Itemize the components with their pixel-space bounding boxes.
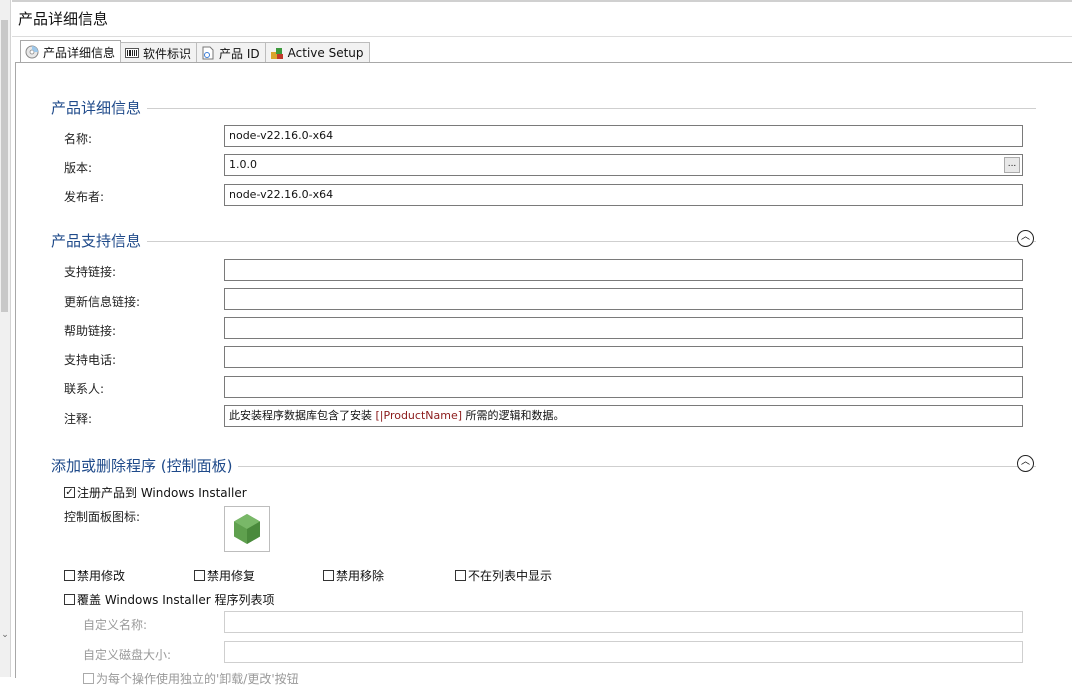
override-entry-checkbox[interactable]: 覆盖 Windows Installer 程序列表项 <box>64 591 274 608</box>
checkbox-box[interactable] <box>83 673 94 684</box>
section-header-product-details: 产品详细信息 <box>51 97 1036 118</box>
name-value: node-v22.16.0-x64 <box>229 129 334 142</box>
scroll-down-arrow-icon[interactable]: ⌄ <box>0 630 10 640</box>
help-link-label: 帮助链接: <box>64 324 117 338</box>
control-panel-icon-label: 控制面板图标: <box>64 510 141 524</box>
barcode-icon <box>125 48 140 58</box>
support-phone-label: 支持电话: <box>64 353 117 367</box>
section-title: 产品详细信息 <box>51 99 142 117</box>
tab-product-details[interactable]: 产品详细信息 <box>20 40 122 63</box>
section-header-support-info: 产品支持信息 <box>51 230 1036 251</box>
checkbox-label: 覆盖 Windows Installer 程序列表项 <box>77 593 275 607</box>
name-label: 名称: <box>64 132 93 146</box>
publisher-label: 发布者: <box>64 190 105 204</box>
tab-label: Active Setup <box>287 46 364 60</box>
disable-remove-checkbox[interactable]: 禁用移除 <box>323 567 384 584</box>
comments-prefix: 此安装程序数据库包含了安装 <box>229 409 376 422</box>
comments-suffix: 所需的逻辑和数据。 <box>462 409 565 422</box>
collapse-support-info-button[interactable]: ︿ <box>1017 230 1034 247</box>
checkbox-box[interactable] <box>64 594 75 605</box>
section-divider <box>147 241 1036 242</box>
name-field[interactable]: node-v22.16.0-x64 <box>224 125 1023 147</box>
update-link-label: 更新信息链接: <box>64 295 141 309</box>
custom-size-field[interactable] <box>224 641 1023 663</box>
chevron-up-icon: ︿ <box>1020 457 1030 467</box>
comments-label: 注释: <box>64 412 93 426</box>
comments-field[interactable]: 此安装程序数据库包含了安装 [|ProductName] 所需的逻辑和数据。 <box>224 405 1023 427</box>
tab-software-id[interactable]: 软件标识 <box>120 42 198 63</box>
checkbox-label: 不在列表中显示 <box>468 569 553 583</box>
tab-active-setup[interactable]: Active Setup <box>264 42 370 63</box>
version-field[interactable]: 1.0.0 ... <box>224 154 1023 176</box>
checkbox-box[interactable] <box>64 570 75 581</box>
tab-label: 软件标识 <box>143 46 192 61</box>
register-product-checkbox[interactable]: ✓ 注册产品到 Windows Installer <box>64 484 247 501</box>
separate-buttons-checkbox[interactable]: 为每个操作使用独立的'卸载/更改'按钮 <box>83 670 299 687</box>
chevron-up-icon: ︿ <box>1020 232 1030 242</box>
scrollbar-thumb[interactable] <box>1 20 8 312</box>
hide-in-list-checkbox[interactable]: 不在列表中显示 <box>455 567 552 584</box>
disable-repair-checkbox[interactable]: 禁用修复 <box>194 567 255 584</box>
publisher-value: node-v22.16.0-x64 <box>229 188 334 201</box>
help-link-field[interactable] <box>224 317 1023 339</box>
custom-size-label: 自定义磁盘大小: <box>83 648 172 662</box>
product-name-placeholder: [|ProductName] <box>375 409 463 422</box>
checkbox-label: 为每个操作使用独立的'卸载/更改'按钮 <box>96 672 299 686</box>
tab-strip: 产品详细信息 软件标识 产品 ID Active Setup <box>20 40 370 63</box>
tab-label: 产品 ID <box>219 46 260 61</box>
update-link-field[interactable] <box>224 288 1023 310</box>
colored-blocks-icon <box>270 48 283 59</box>
contact-field[interactable] <box>224 376 1023 398</box>
nodejs-hexagon-icon <box>234 514 260 544</box>
support-link-field[interactable] <box>224 259 1023 281</box>
publisher-field[interactable]: node-v22.16.0-x64 <box>224 184 1023 206</box>
checkbox-box[interactable] <box>194 570 205 581</box>
checkbox-box[interactable]: ✓ <box>64 487 75 498</box>
checkbox-label: 注册产品到 Windows Installer <box>77 486 247 500</box>
control-panel-icon-picker[interactable] <box>224 506 270 552</box>
section-header-add-remove: 添加或删除程序 (控制面板) <box>51 455 1036 476</box>
collapse-add-remove-button[interactable]: ︿ <box>1017 455 1034 472</box>
section-title: 添加或删除程序 (控制面板) <box>51 457 233 475</box>
cd-disc-icon <box>25 45 39 59</box>
version-label: 版本: <box>64 161 93 175</box>
contact-label: 联系人: <box>64 382 105 396</box>
checkbox-label: 禁用修复 <box>207 569 256 583</box>
checkbox-label: 禁用移除 <box>336 569 385 583</box>
section-divider <box>147 108 1036 109</box>
custom-name-label: 自定义名称: <box>83 618 148 632</box>
support-link-label: 支持链接: <box>64 265 117 279</box>
custom-name-field[interactable] <box>224 611 1023 633</box>
version-value: 1.0.0 <box>229 158 257 171</box>
checkbox-label: 禁用修改 <box>77 569 126 583</box>
document-id-icon <box>202 46 214 60</box>
page-title: 产品详细信息 <box>18 10 109 28</box>
checkbox-box[interactable] <box>455 570 466 581</box>
tab-product-id[interactable]: 产品 ID <box>196 42 266 63</box>
tab-label: 产品详细信息 <box>43 45 116 60</box>
page-titlebar: 产品详细信息 <box>12 0 1072 37</box>
support-phone-field[interactable] <box>224 346 1023 368</box>
checkbox-box[interactable] <box>323 570 334 581</box>
version-browse-button[interactable]: ... <box>1004 157 1020 173</box>
disable-modify-checkbox[interactable]: 禁用修改 <box>64 567 125 584</box>
section-divider <box>238 466 1036 467</box>
left-scrollbar[interactable]: ⌄ <box>0 0 11 677</box>
section-title: 产品支持信息 <box>51 232 142 250</box>
